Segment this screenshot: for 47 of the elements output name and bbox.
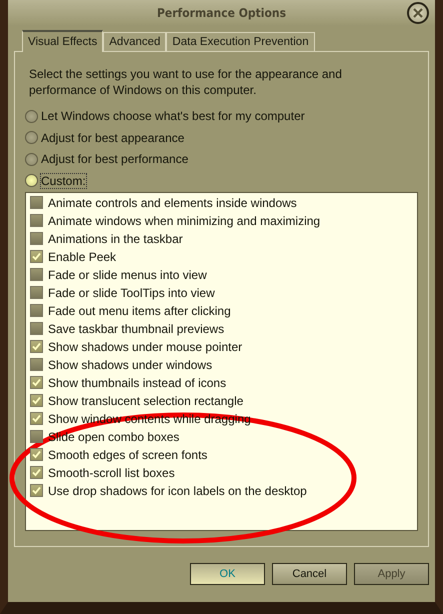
- checkbox[interactable]: [30, 394, 43, 407]
- window-title: Performance Options: [157, 6, 286, 20]
- checkbox[interactable]: [30, 304, 43, 317]
- checkbox[interactable]: [30, 214, 43, 227]
- checkbox[interactable]: [30, 232, 43, 245]
- checkbox[interactable]: [30, 286, 43, 299]
- checkbox-label: Show shadows under windows: [48, 358, 212, 372]
- radio-button[interactable]: [25, 174, 38, 187]
- dialog-button[interactable]: Cancel: [272, 563, 347, 585]
- tab[interactable]: Advanced: [103, 32, 166, 51]
- checkbox-label: Fade or slide ToolTips into view: [48, 286, 215, 300]
- checkbox-label: Enable Peek: [48, 250, 116, 264]
- checkbox-label: Show shadows under mouse pointer: [48, 340, 242, 354]
- radio-button[interactable]: [25, 110, 38, 122]
- checkbox[interactable]: [30, 430, 43, 443]
- checkbox[interactable]: [30, 340, 43, 353]
- checkbox-label: Smooth edges of screen fonts: [48, 448, 208, 462]
- tab[interactable]: Data Execution Prevention: [166, 32, 315, 51]
- checkbox-label: Animate controls and elements inside windows: [48, 196, 297, 210]
- checkbox[interactable]: [30, 196, 43, 209]
- checkbox-label: Show thumbnails instead of icons: [48, 376, 226, 390]
- radio-button[interactable]: [25, 131, 38, 144]
- checkbox-label: Animations in the taskbar: [48, 232, 183, 246]
- radio-label: Adjust for best appearance: [41, 130, 184, 144]
- checkbox-label: Fade or slide menus into view: [48, 268, 207, 282]
- checkbox[interactable]: [30, 250, 43, 263]
- radio-label: Custom:: [41, 174, 86, 188]
- description-text: Select the settings you want to use for the appearance and performance of Windows on this computer.: [29, 66, 343, 98]
- checkbox-label: Save taskbar thumbnail previews: [48, 322, 224, 336]
- checkbox[interactable]: [30, 376, 43, 389]
- checkbox-label: Fade out menu items after clicking: [48, 304, 231, 318]
- close-button[interactable]: [407, 2, 429, 24]
- checkbox[interactable]: [30, 466, 43, 479]
- checkbox-label: Smooth-scroll list boxes: [48, 466, 175, 480]
- radio-button[interactable]: [25, 152, 38, 166]
- checkbox[interactable]: [30, 412, 43, 425]
- checkbox-label: Use drop shadows for icon labels on the desktop: [48, 484, 307, 498]
- checkbox[interactable]: [30, 268, 43, 281]
- checkbox-label: Show translucent selection rectangle: [48, 394, 244, 408]
- checkbox-label: Animate windows when minimizing and maximizing: [48, 214, 320, 228]
- radio-label: Adjust for best performance: [41, 152, 188, 166]
- checkbox[interactable]: [30, 358, 43, 371]
- radio-label: Let Windows choose what's best for my computer: [41, 109, 305, 123]
- tab[interactable]: Visual Effects: [22, 30, 104, 52]
- checkbox[interactable]: [30, 448, 43, 461]
- checkbox[interactable]: [30, 322, 43, 335]
- checkbox[interactable]: [30, 484, 43, 497]
